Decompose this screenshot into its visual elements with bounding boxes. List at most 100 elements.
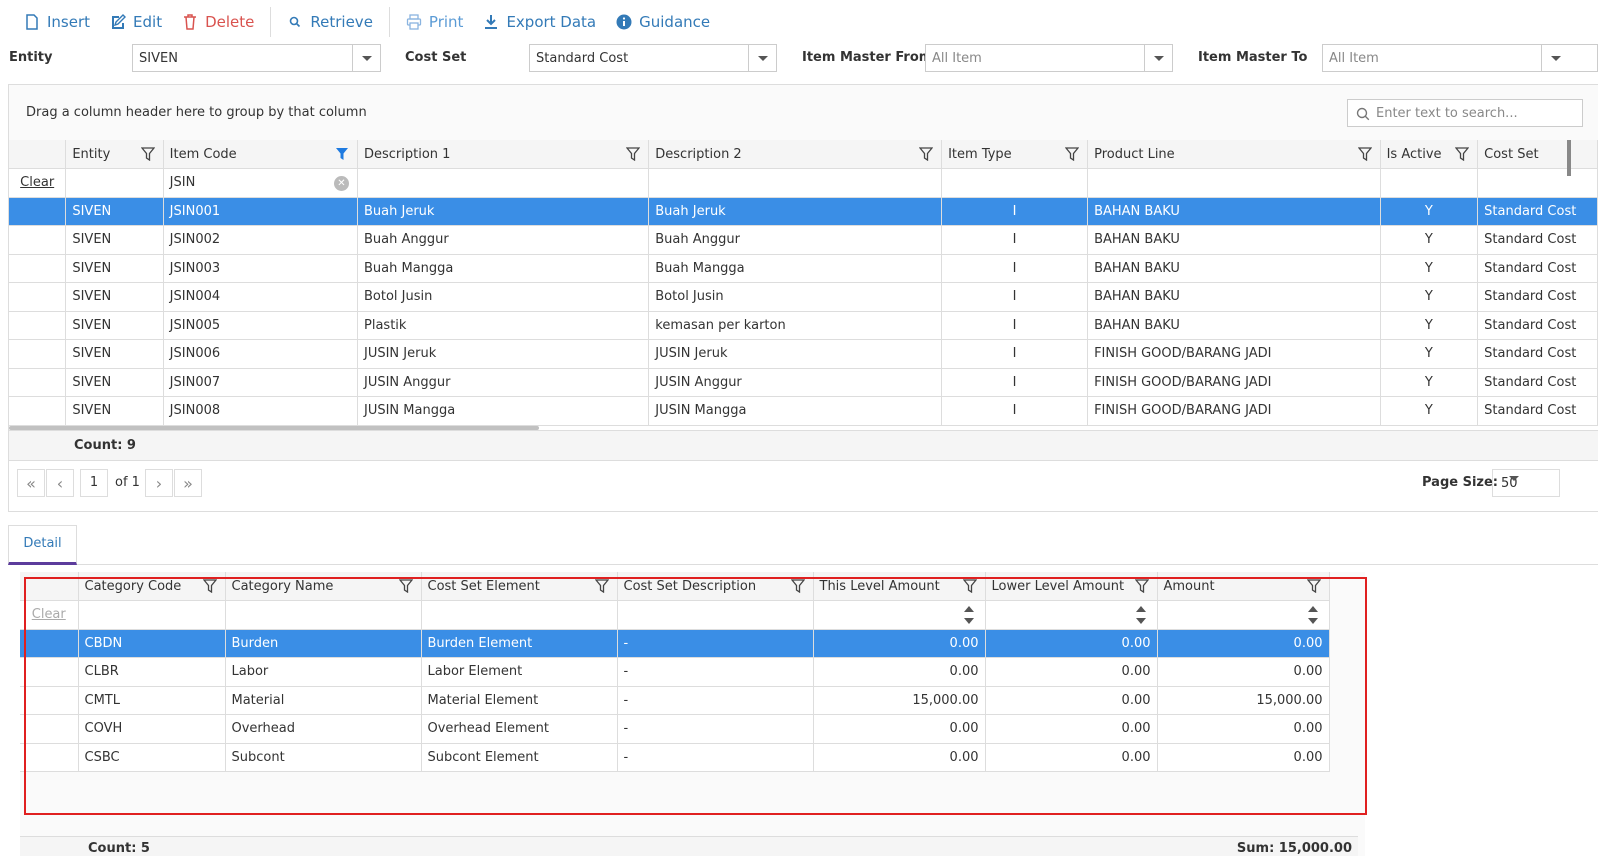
filter-cell-item-code[interactable]: JSIN ✕ <box>163 168 359 198</box>
table-row[interactable]: SIVEN JSIN004 Botol Jusin Botol Jusin I BAHAN… <box>9 282 1598 312</box>
cell-product-line[interactable]: BAHAN BAKU <box>1087 197 1381 226</box>
column-header-lower-level-amount[interactable]: Lower Level Amount <box>985 572 1158 601</box>
column-header-product-line[interactable]: Product Line <box>1087 140 1381 169</box>
cell-amount[interactable]: 15,000.00 <box>1157 686 1330 715</box>
chevron-down-icon[interactable] <box>1144 45 1172 71</box>
filter-icon[interactable] <box>626 147 641 161</box>
table-row[interactable]: CLBR Labor Labor Element -0.00 0.00 0.00 <box>20 657 1330 687</box>
cell-product-line[interactable]: BAHAN BAKU <box>1087 254 1381 283</box>
grid-search-input[interactable]: Enter text to search... <box>1347 99 1583 127</box>
filter-active-icon[interactable] <box>335 147 349 161</box>
column-header-category-name[interactable]: Category Name <box>225 572 422 601</box>
filter-cell-amount[interactable] <box>1157 600 1330 630</box>
column-header-item-code[interactable]: Item Code <box>163 140 359 169</box>
cell-entity[interactable]: SIVEN <box>65 396 164 426</box>
cell-entity[interactable]: SIVEN <box>65 197 164 226</box>
row-indicator[interactable] <box>9 311 67 340</box>
cell-item-type[interactable]: I <box>941 396 1089 426</box>
page-number-input[interactable]: 1 <box>80 469 108 497</box>
column-header-description-1[interactable]: Description 1 <box>357 140 650 169</box>
cell-cost-set[interactable]: Standard Cost <box>1477 282 1598 312</box>
cell-description-2[interactable]: JUSIN Jeruk <box>648 339 943 369</box>
item-master-to-select[interactable]: All Item <box>1322 44 1598 72</box>
cell-this-level-amount[interactable]: 15,000.00 <box>813 686 986 715</box>
print-button[interactable]: Print <box>396 0 474 44</box>
cell-cost-set-element[interactable]: Overhead Element <box>421 714 618 744</box>
cell-is-active[interactable]: Y <box>1380 197 1479 226</box>
row-indicator[interactable] <box>20 629 79 658</box>
chevron-down-icon[interactable] <box>748 45 776 71</box>
column-header-cost-set-description[interactable]: Cost Set Description <box>617 572 814 601</box>
cell-category-name[interactable]: Overhead <box>225 714 422 744</box>
cell-cost-set[interactable]: Standard Cost <box>1477 254 1598 283</box>
cell-description-1[interactable]: JUSIN Mangga <box>357 396 650 426</box>
cell-description-2[interactable]: Buah Mangga <box>648 254 943 283</box>
row-indicator[interactable] <box>20 686 79 715</box>
filter-cell-cost-set[interactable] <box>1477 168 1598 198</box>
filter-icon[interactable] <box>919 147 934 161</box>
filter-cell-this-level-amount[interactable] <box>813 600 986 630</box>
filter-icon[interactable] <box>962 579 977 593</box>
filter-cell-item-type[interactable] <box>941 168 1089 198</box>
filter-cell-is-active[interactable] <box>1380 168 1479 198</box>
row-indicator[interactable] <box>9 282 67 312</box>
filter-icon[interactable] <box>594 579 609 593</box>
cell-category-name[interactable]: Burden <box>225 629 422 658</box>
cell-description-1[interactable]: Buah Jeruk <box>357 197 650 226</box>
cell-entity[interactable]: SIVEN <box>65 282 164 312</box>
cell-cost-set-description[interactable]: - <box>617 629 814 658</box>
filter-cell-cost-set-element[interactable] <box>421 600 618 630</box>
filter-cell-product-line[interactable] <box>1087 168 1381 198</box>
cell-item-code[interactable]: JSIN004 <box>163 282 359 312</box>
chevron-down-icon[interactable] <box>1541 45 1569 71</box>
cell-item-code[interactable]: JSIN006 <box>163 339 359 369</box>
cell-product-line[interactable]: BAHAN BAKU <box>1087 225 1381 255</box>
cell-is-active[interactable]: Y <box>1380 282 1479 312</box>
row-indicator[interactable] <box>9 225 67 255</box>
column-header-is-active[interactable]: Is Active <box>1380 140 1479 169</box>
filter-icon[interactable] <box>1455 147 1470 161</box>
cell-this-level-amount[interactable]: 0.00 <box>813 743 986 772</box>
cell-product-line[interactable]: FINISH GOOD/BARANG JADI <box>1087 339 1381 369</box>
filter-icon[interactable] <box>1357 147 1372 161</box>
filter-icon[interactable] <box>1065 147 1080 161</box>
cell-entity[interactable]: SIVEN <box>65 254 164 283</box>
cell-description-2[interactable]: JUSIN Anggur <box>648 368 943 397</box>
retrieve-button[interactable]: Retrieve <box>277 0 383 44</box>
cell-description-1[interactable]: Buah Anggur <box>357 225 650 255</box>
cell-is-active[interactable]: Y <box>1380 368 1479 397</box>
cell-item-type[interactable]: I <box>941 311 1089 340</box>
cell-cost-set-element[interactable]: Burden Element <box>421 629 618 658</box>
cell-lower-level-amount[interactable]: 0.00 <box>985 657 1158 687</box>
table-row[interactable]: SIVEN JSIN006 JUSIN Jeruk JUSIN Jeruk I FINIS… <box>9 339 1598 369</box>
cell-item-type[interactable]: I <box>941 225 1089 255</box>
table-row[interactable]: CMTL Material Material Element -15,000.00 0.… <box>20 686 1330 715</box>
filter-icon[interactable] <box>1306 579 1321 593</box>
cell-item-code[interactable]: JSIN002 <box>163 225 359 255</box>
export-data-button[interactable]: Export Data <box>473 0 606 44</box>
insert-button[interactable]: Insert <box>14 0 100 44</box>
cell-category-name[interactable]: Subcont <box>225 743 422 772</box>
cell-entity[interactable]: SIVEN <box>65 368 164 397</box>
table-row[interactable]: COVH Overhead Overhead Element -0.00 0.00 0.0… <box>20 714 1330 744</box>
cell-category-code[interactable]: CBDN <box>78 629 226 658</box>
filter-cell-cost-set-description[interactable] <box>617 600 814 630</box>
chevron-down-icon[interactable] <box>352 45 380 71</box>
item-master-from-select[interactable]: All Item <box>925 44 1173 72</box>
row-indicator[interactable] <box>9 368 67 397</box>
cell-amount[interactable]: 0.00 <box>1157 714 1330 744</box>
cell-is-active[interactable]: Y <box>1380 396 1479 426</box>
column-header-amount[interactable]: Amount <box>1157 572 1330 601</box>
cell-entity[interactable]: SIVEN <box>65 339 164 369</box>
table-row[interactable]: SIVEN JSIN003 Buah Mangga Buah Mangga I BAHAN… <box>9 254 1598 283</box>
spin-icon[interactable] <box>1135 603 1147 627</box>
row-indicator[interactable] <box>9 197 67 226</box>
filter-cell-description-2[interactable] <box>648 168 943 198</box>
column-header-entity[interactable]: Entity <box>65 140 164 169</box>
filter-icon[interactable] <box>202 579 217 593</box>
cell-product-line[interactable]: BAHAN BAKU <box>1087 311 1381 340</box>
clear-filter-link[interactable]: Clear <box>9 168 67 198</box>
table-row[interactable]: SIVEN JSIN008 JUSIN Mangga JUSIN Mangga I FIN… <box>9 396 1598 426</box>
filter-cell-description-1[interactable] <box>357 168 650 198</box>
cell-item-type[interactable]: I <box>941 282 1089 312</box>
